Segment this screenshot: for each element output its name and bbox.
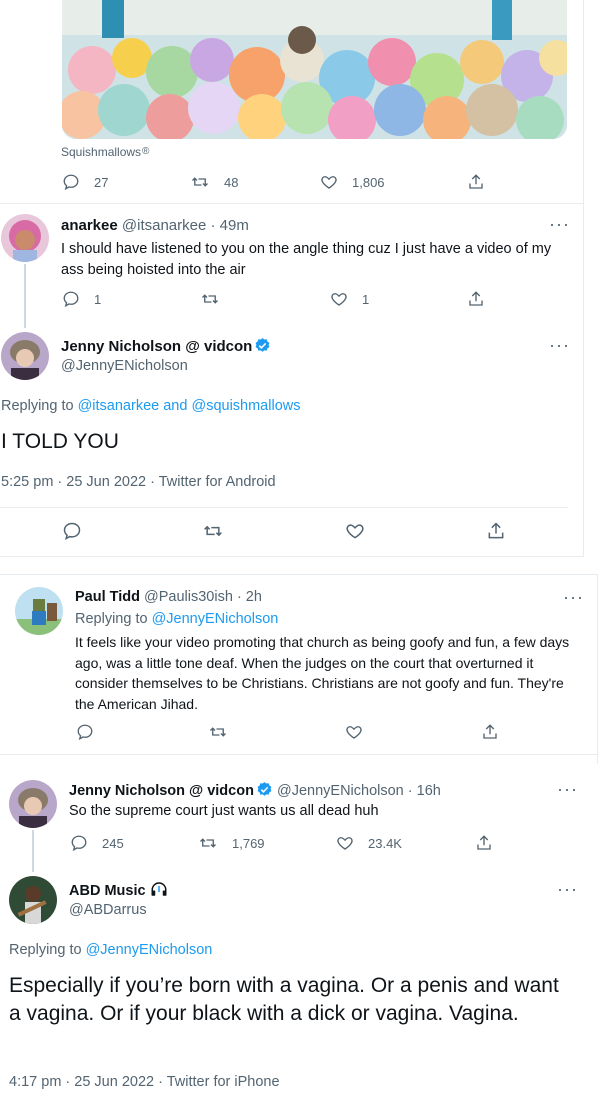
heart-icon [346,726,362,739]
more-options-icon[interactable]: ··· [557,880,578,898]
mention-link[interactable]: @JennyENicholson [152,611,279,627]
share-action[interactable] [467,173,485,191]
tweet-time[interactable]: · 16h [408,783,441,799]
like-action[interactable]: 1,806 [320,173,385,191]
author-name[interactable]: Jenny Nicholson @ vidcon [61,337,271,355]
author-name[interactable]: ABD Music [69,881,168,899]
reply-icon [77,724,93,741]
share-icon [477,835,491,850]
more-options-icon[interactable]: ··· [557,780,578,798]
mention-link[interactable]: @squishmallows [191,398,300,414]
divider [0,556,584,557]
author-name[interactable]: anarkee [61,217,118,234]
squishmallows-photo [62,0,567,139]
author-name[interactable]: Jenny Nicholson @ vidcon [69,783,254,799]
main-tweet-text: I TOLD YOU [1,430,119,453]
replying-to: Replying to @itsanarkee and @squishmallo… [1,398,301,414]
reply-icon [63,174,79,191]
avatar-anarkee[interactable] [1,214,49,262]
tweet-time[interactable]: · 2h [237,589,262,605]
retweet-icon [192,177,208,187]
retweet-icon [202,294,218,304]
reply-action[interactable]: 27 [62,173,108,191]
more-options-icon[interactable]: ··· [549,215,570,233]
tweet-header: Paul Tidd @Paulis30ish · 2h [75,589,262,605]
column-border [597,574,598,764]
more-options-icon[interactable]: ··· [549,336,570,354]
author-handle[interactable]: @JennyENicholson [277,783,404,799]
reply-action[interactable] [62,521,82,541]
share-action[interactable] [486,521,506,541]
share-icon [488,522,504,539]
avatar-abd[interactable] [9,876,57,924]
tweet-header: anarkee @itsanarkee · 49m [61,217,249,234]
reply-action[interactable]: 1 [62,290,101,308]
like-action[interactable]: 1 [330,290,369,308]
verified-badge-icon [257,782,272,796]
retweet-icon [200,838,216,848]
share-icon [469,174,483,189]
tweet-text: It feels like your video promoting that … [75,634,570,712]
replying-to: Replying to @JennyENicholson [9,942,213,958]
thread-line [32,830,34,872]
tweet-meta[interactable]: 4:17 pm · 25 Jun 2022 · Twitter for iPho… [9,1074,280,1090]
share-action[interactable] [467,290,485,308]
more-options-icon[interactable]: ··· [563,588,584,606]
divider [0,754,598,755]
replying-to: Replying to @JennyENicholson [75,611,279,627]
registered-mark: ® [142,146,150,157]
retweet-action[interactable] [208,723,228,741]
tweet-text: So the supreme court just wants us all d… [69,803,379,819]
retweet-action[interactable] [200,290,220,308]
avatar-jenny[interactable] [1,332,49,380]
tweet-header: Jenny Nicholson @ vidcon @JennyENicholso… [69,781,441,799]
tweet-text: I should have listened to you on the ang… [61,241,552,278]
mention-link[interactable]: @JennyENicholson [86,942,213,958]
share-icon [483,724,497,739]
reply-action[interactable]: 245 [70,834,124,852]
tweet-time[interactable]: · 49m [211,217,249,234]
like-action[interactable] [345,723,363,741]
retweet-icon [210,727,226,737]
reply-icon [63,291,79,308]
headphones-icon [151,882,167,896]
tweet-meta[interactable]: 5:25 pm · 25 Jun 2022 · Twitter for Andr… [1,474,276,490]
author-name[interactable]: Paul Tidd [75,589,140,605]
like-action[interactable] [345,521,365,541]
heart-icon [331,293,347,306]
avatar-jenny[interactable] [9,780,57,828]
mention-link[interactable]: @itsanarkee [78,398,160,414]
author-handle[interactable]: @Paulis30ish [144,589,233,605]
author-handle[interactable]: @JennyENicholson [61,358,188,374]
verified-badge-icon [255,338,270,352]
reply-action[interactable] [76,723,94,741]
retweet-icon [204,525,222,537]
heart-icon [337,837,353,850]
retweet-action[interactable]: 1,769 [198,834,265,852]
divider [0,507,568,508]
main-tweet-text: Especially if you’re born with a vagina.… [9,974,559,1025]
author-handle[interactable]: @itsanarkee [122,217,206,234]
share-action[interactable] [481,723,499,741]
reply-icon [63,522,81,540]
divider [0,203,584,204]
embed-caption[interactable]: Squishmallows® [61,145,149,159]
author-handle[interactable]: @ABDarrus [69,902,147,918]
embed-image[interactable] [62,0,567,139]
heart-icon [346,524,364,539]
reply-icon [71,835,87,852]
divider [0,574,598,575]
retweet-action[interactable]: 48 [190,173,238,191]
column-border [583,0,584,556]
share-icon [469,291,483,306]
like-action[interactable]: 23.4K [336,834,402,852]
retweet-action[interactable] [202,521,224,541]
avatar-paul[interactable] [15,587,63,635]
thread-line [24,264,26,328]
heart-icon [321,176,337,189]
share-action[interactable] [475,834,493,852]
